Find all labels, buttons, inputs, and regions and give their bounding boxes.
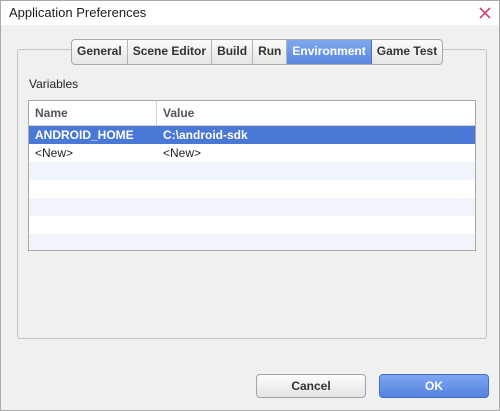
tab-build[interactable]: Build: [212, 40, 254, 64]
ok-button[interactable]: OK: [379, 374, 489, 398]
cell-name: ANDROID_HOME: [35, 128, 134, 142]
tab-game-test[interactable]: Game Test: [372, 40, 442, 64]
variables-label: Variables: [29, 77, 79, 91]
tab-bar: General Scene Editor Build Run Environme…: [71, 39, 444, 65]
window-title: Application Preferences: [9, 5, 147, 20]
cell-value: C:\android-sdk: [163, 128, 248, 142]
empty-row: [29, 180, 475, 198]
tab-environment[interactable]: Environment: [287, 40, 372, 64]
preferences-dialog: Application Preferences General Scene Ed…: [0, 0, 500, 411]
tab-general[interactable]: General: [72, 40, 128, 64]
table-row[interactable]: ANDROID_HOME C:\android-sdk: [29, 126, 475, 144]
column-header-name[interactable]: Name: [29, 101, 157, 125]
variables-table: Name Value ANDROID_HOME C:\android-sdk <…: [28, 100, 476, 251]
empty-row: [29, 234, 475, 250]
table-row[interactable]: <New> <New>: [29, 144, 475, 162]
table-header: Name Value: [29, 101, 475, 126]
close-icon: [479, 7, 491, 19]
close-button[interactable]: [475, 3, 495, 23]
cancel-button[interactable]: Cancel: [256, 374, 366, 398]
tab-scene-editor[interactable]: Scene Editor: [128, 40, 213, 64]
title-bar: Application Preferences: [1, 1, 499, 25]
cell-name: <New>: [35, 146, 74, 160]
empty-row: [29, 162, 475, 180]
cell-value: <New>: [163, 146, 202, 160]
empty-row: [29, 216, 475, 234]
column-header-value[interactable]: Value: [157, 101, 475, 125]
empty-row: [29, 198, 475, 216]
tab-run[interactable]: Run: [253, 40, 288, 64]
